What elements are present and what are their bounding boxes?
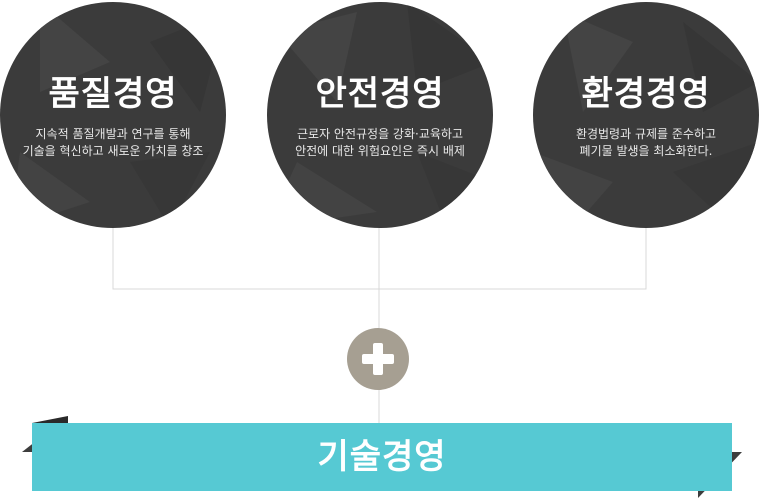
pillar-description: 근로자 안전규정을 강화·교육하고 안전에 대한 위험요인은 즉시 배제 xyxy=(295,127,465,158)
pillar-description: 환경법령과 규제를 준수하고 폐기물 발생을 최소화한다. xyxy=(575,127,717,158)
pillar-title: 품질경영 xyxy=(48,74,178,114)
foundation-label: 기술경영 xyxy=(317,437,447,477)
pillar-quality: 품질경영 지속적 품질개발과 연구를 통해 기술을 혁신하고 새로운 가치를 창… xyxy=(0,2,226,228)
circle-pattern xyxy=(10,2,226,228)
pillar-safety: 안전경영 근로자 안전규정을 강화·교육하고 안전에 대한 위험요인은 즉시 배… xyxy=(267,2,493,228)
pillar-environment: 환경경영 환경법령과 규제를 준수하고 폐기물 발생을 최소화한다. xyxy=(533,2,759,228)
pillar-title: 안전경영 xyxy=(315,74,445,114)
pillar-title: 환경경영 xyxy=(581,74,711,114)
pillar-description: 지속적 품질개발과 연구를 통해 기술을 혁신하고 새로운 가치를 창조 xyxy=(22,127,204,158)
foundation-bar: 기술경영 xyxy=(32,423,732,491)
plus-badge xyxy=(347,328,409,390)
circle-pattern xyxy=(267,2,493,228)
circle-pattern xyxy=(533,12,759,228)
